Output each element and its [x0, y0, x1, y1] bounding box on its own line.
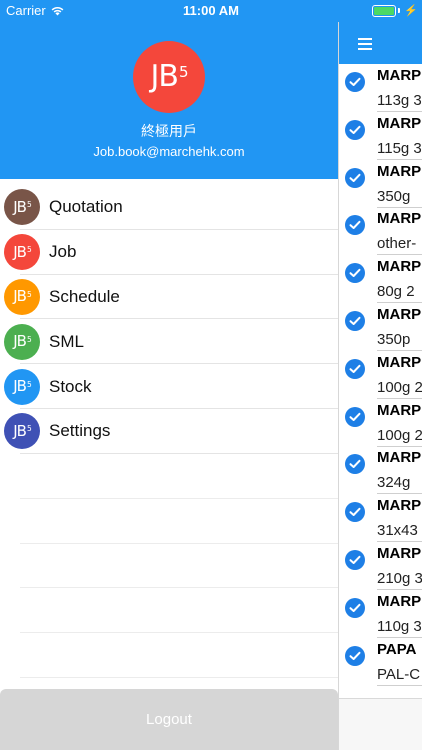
jb5-logo: JB5 — [13, 421, 31, 440]
check-circle-icon[interactable] — [345, 167, 365, 188]
check-circle-icon[interactable] — [345, 549, 365, 570]
check-circle-icon[interactable] — [345, 310, 365, 331]
item-subtitle: other- — [377, 235, 417, 253]
list-item[interactable]: MARP 110g 3 — [339, 590, 422, 638]
jb5-app-icon: JB5 — [4, 234, 40, 271]
menu-item-label: SML — [49, 331, 84, 351]
jb5-app-icon: JB5 — [4, 413, 40, 450]
charging-icon: ⚡ — [404, 5, 418, 17]
menu-item-job[interactable]: JB5 Job — [0, 230, 338, 275]
list-item[interactable]: MARP 100g 2 — [339, 399, 422, 447]
divider — [377, 684, 422, 686]
check-circle-icon[interactable] — [345, 215, 365, 236]
item-title: MARP — [377, 401, 422, 419]
item-subtitle: 110g 3 — [377, 617, 422, 635]
check-circle-icon[interactable] — [345, 597, 365, 618]
list-item[interactable]: PAPA PAL-C — [339, 638, 422, 686]
item-title: MARP — [377, 592, 422, 610]
logout-button[interactable]: Logout — [0, 689, 338, 750]
user-name: 終極用戶 — [141, 124, 197, 140]
jb5-logo: JB5 — [13, 242, 31, 261]
check-circle-icon[interactable] — [345, 502, 365, 523]
empty-row — [20, 499, 338, 544]
check-circle-icon[interactable] — [345, 454, 365, 475]
avatar[interactable]: JB5 — [133, 41, 205, 113]
item-subtitle: 113g 3 — [377, 92, 422, 109]
jb5-logo: JB5 — [13, 332, 31, 351]
jb5-logo: JB5 — [13, 287, 31, 306]
list-item[interactable]: MARP 324g — [339, 446, 422, 495]
jb5-app-icon: JB5 — [4, 278, 40, 315]
list-item[interactable]: MARP 115g 3 — [339, 112, 422, 160]
menu-item-label: Job — [49, 242, 77, 262]
list-item[interactable]: MARP 31x43 — [339, 494, 422, 543]
battery-icon: ⚡ — [372, 4, 418, 17]
empty-row — [20, 633, 338, 678]
menu-item-label: Schedule — [49, 286, 120, 306]
item-subtitle: 100g 2 — [377, 378, 422, 396]
menu-item-label: Settings — [49, 421, 111, 441]
status-time: 11:00 AM — [183, 3, 239, 18]
jb5-logo: JB5 — [150, 59, 189, 94]
item-title: MARP — [377, 449, 422, 467]
status-bar: Carrier 11:00 AM ⚡ — [0, 0, 422, 22]
menu-item-quotation[interactable]: JB5 Quotation — [0, 185, 338, 230]
check-circle-icon[interactable] — [345, 263, 365, 284]
menu-item-stock[interactable]: JB5 Stock — [0, 364, 338, 409]
menu-item-label: Quotation — [49, 197, 123, 217]
jb5-app-icon: JB5 — [4, 368, 40, 405]
drawer-menu: JB5 Quotation JB5 Job JB5 Schedule JB5 SML JB5 St… — [0, 185, 338, 454]
item-subtitle: 100g 2 — [377, 426, 422, 444]
item-subtitle: 115g 3 — [377, 139, 422, 157]
hamburger-icon[interactable] — [358, 38, 372, 50]
item-title: MARP — [377, 353, 422, 371]
item-subtitle: 350p — [377, 330, 411, 348]
check-circle-icon[interactable] — [345, 72, 365, 92]
job-list-screen: MARP 113g 3 MARP 115g 3 MARP 350g MARP other- MA… — [338, 0, 422, 750]
item-subtitle: 324g — [377, 474, 411, 492]
menu-item-sml[interactable]: JB5 SML — [0, 319, 338, 364]
item-title: MARP — [377, 305, 422, 323]
item-subtitle: 350g — [377, 187, 411, 205]
check-circle-icon[interactable] — [345, 406, 365, 427]
item-title: MARP — [377, 162, 422, 180]
side-drawer: JB5 終極用戶 Job.book@marchehk.com JB5 Quotat… — [0, 0, 338, 750]
item-subtitle: 80g 2 — [377, 283, 415, 301]
empty-row — [20, 544, 338, 589]
list-item[interactable]: MARP 113g 3 — [339, 64, 422, 112]
item-title: MARP — [377, 210, 422, 228]
item-title: MARP — [377, 114, 422, 132]
item-title: MARP — [377, 497, 422, 515]
item-subtitle: 31x43 — [377, 522, 418, 540]
list-item[interactable]: MARP 80g 2 — [339, 255, 422, 304]
check-circle-icon[interactable] — [345, 645, 365, 666]
item-title: MARP — [377, 544, 422, 562]
list-bottom-bar — [339, 698, 422, 750]
jb5-app-icon: JB5 — [4, 323, 40, 360]
empty-rows — [20, 454, 338, 678]
list-item[interactable]: MARP other- — [339, 207, 422, 256]
check-circle-icon[interactable] — [345, 119, 365, 140]
item-title: PAPA — [377, 640, 417, 658]
list-item[interactable]: MARP 350p — [339, 303, 422, 351]
item-subtitle: 210g 3 — [377, 569, 422, 587]
user-email: Job.book@marchehk.com — [93, 144, 245, 159]
menu-item-settings[interactable]: JB5 Settings — [0, 409, 338, 454]
jb5-logo: JB5 — [13, 197, 31, 216]
jb5-logo: JB5 — [13, 377, 31, 396]
list-item[interactable]: MARP 210g 3 — [339, 542, 422, 590]
list-item[interactable]: MARP 350g — [339, 160, 422, 208]
jb5-app-icon: JB5 — [4, 189, 40, 226]
menu-item-label: Stock — [49, 376, 92, 396]
item-title: MARP — [377, 67, 422, 84]
list-item[interactable]: MARP 100g 2 — [339, 351, 422, 399]
item-subtitle: PAL-C — [377, 665, 421, 683]
menu-item-schedule[interactable]: JB5 Schedule — [0, 275, 338, 320]
empty-row — [20, 588, 338, 634]
item-title: MARP — [377, 258, 422, 276]
job-list: MARP 113g 3 MARP 115g 3 MARP 350g MARP other- MA… — [339, 64, 422, 686]
check-circle-icon[interactable] — [345, 358, 365, 379]
drawer-header: JB5 終極用戶 Job.book@marchehk.com — [0, 0, 338, 179]
empty-row — [20, 454, 338, 499]
